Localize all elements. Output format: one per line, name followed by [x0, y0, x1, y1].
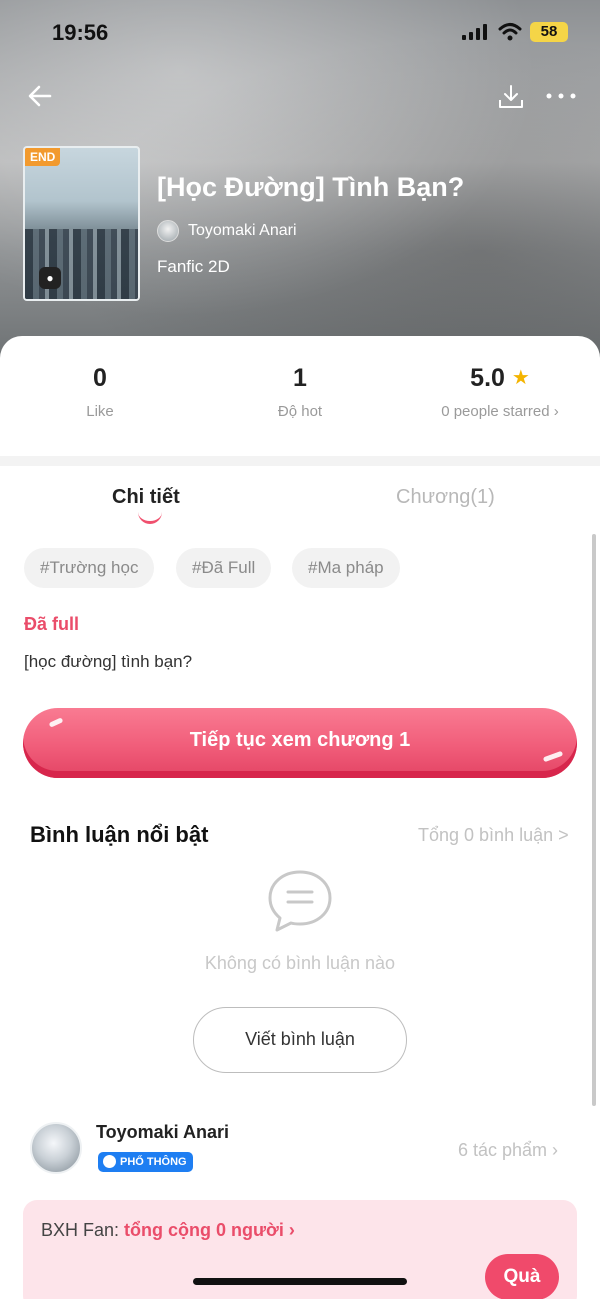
tag-chip[interactable]: #Trường học: [24, 548, 155, 588]
rating-count: 0 people starred ›: [441, 403, 559, 420]
fan-ranking-label: BXH Fan:: [41, 1220, 125, 1240]
tab-chapters[interactable]: Chương(1): [396, 486, 495, 509]
more-options-icon[interactable]: [544, 82, 578, 110]
fan-ranking-total-link[interactable]: tổng cộng 0 người ›: [124, 1220, 295, 1240]
status-bar: 19:56 58: [0, 0, 600, 66]
button-shine-decoration: [542, 750, 564, 763]
author-level-label: PHỔ THÔNG: [120, 1156, 187, 1168]
story-genre: Fanfic 2D: [157, 257, 230, 276]
continue-reading-label: Tiếp tục xem chương 1: [189, 729, 411, 751]
gift-button[interactable]: Quà: [485, 1254, 559, 1299]
star-icon: ★: [511, 367, 530, 389]
completion-status: Đã full: [24, 614, 80, 634]
fan-ranking-row: BXH Fan: tổng cộng 0 người ›: [41, 1220, 295, 1241]
status-time: 19:56: [52, 20, 109, 45]
battery-indicator: 58: [530, 22, 568, 42]
wifi-icon: [498, 23, 522, 41]
end-badge: END: [25, 148, 61, 166]
section-divider: [0, 456, 600, 466]
story-title: [Học Đường] Tình Bạn?: [157, 172, 465, 202]
comment-bubble-icon: ●: [39, 267, 61, 289]
rating-value: 5.0: [470, 364, 505, 392]
featured-comments-title: Bình luận nổi bật: [30, 822, 209, 847]
story-description: [học đường] tình bạn?: [24, 652, 193, 671]
author-name[interactable]: Toyomaki Anari: [188, 222, 297, 240]
button-shine-decoration: [48, 717, 64, 728]
write-comment-button[interactable]: Viết bình luận: [193, 1007, 407, 1073]
like-label: Like: [86, 403, 114, 420]
author-card-name[interactable]: Toyomaki Anari: [96, 1122, 229, 1143]
like-count: 0: [93, 364, 107, 392]
active-tab-indicator: [138, 512, 162, 524]
download-icon[interactable]: [496, 82, 526, 112]
scrollbar[interactable]: [592, 534, 596, 1106]
tab-detail[interactable]: Chi tiết: [112, 486, 180, 509]
header-banner: 19:56 58 END ● [Học Đường] Tình Bạn? Toy…: [0, 0, 600, 360]
rating-stat[interactable]: 5.0 ★ 0 people starred ›: [400, 364, 600, 420]
stats-card: 0 Like 1 Độ hot 5.0 ★ 0 people starred ›: [0, 336, 600, 456]
author-level-badge: PHỔ THÔNG: [98, 1152, 193, 1172]
author-avatar[interactable]: [30, 1122, 82, 1174]
author-avatar-small[interactable]: [157, 220, 179, 242]
home-indicator[interactable]: [193, 1278, 407, 1285]
tag-chip[interactable]: #Ma pháp: [292, 548, 400, 588]
story-cover-image[interactable]: END ●: [23, 146, 140, 301]
total-comments-link[interactable]: Tổng 0 bình luận >: [418, 825, 569, 846]
cellular-signal-icon: [462, 24, 487, 40]
hot-stat: 1 Độ hot: [200, 364, 400, 420]
author-works-link[interactable]: 6 tác phẩm ›: [458, 1140, 558, 1161]
continue-reading-button[interactable]: Tiếp tục xem chương 1: [23, 708, 577, 778]
like-stat[interactable]: 0 Like: [0, 364, 200, 420]
hot-count: 1: [293, 364, 307, 392]
tag-chip[interactable]: #Đã Full: [176, 548, 272, 588]
water-drop-icon: [103, 1155, 116, 1168]
empty-comments-text: Không có bình luận nào: [204, 953, 396, 973]
empty-comment-icon: [268, 870, 332, 932]
hot-label: Độ hot: [277, 403, 323, 420]
back-arrow-icon[interactable]: [24, 80, 56, 112]
